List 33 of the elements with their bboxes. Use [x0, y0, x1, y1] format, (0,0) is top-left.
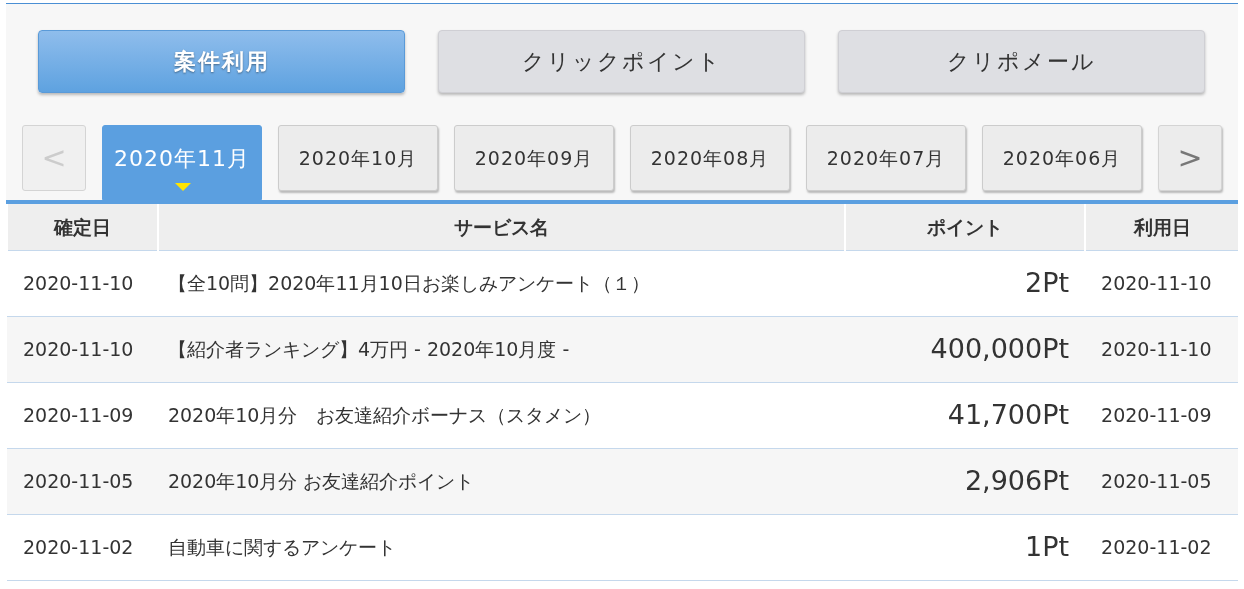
- table-cell: 41,700Pt: [845, 382, 1086, 448]
- caret-icon: [175, 183, 191, 191]
- table-cell: 2020-11-10: [7, 316, 158, 382]
- month-tab[interactable]: 2020年10月: [278, 125, 438, 191]
- category-tab[interactable]: クリックポイント: [438, 30, 805, 93]
- table-cell: 2020-11-09: [7, 382, 158, 448]
- table-cell: 【紹介者ランキング】4万円 - 2020年10月度 -: [157, 316, 846, 382]
- month-tab[interactable]: 2020年06月: [982, 125, 1142, 191]
- table-cell: 2020-11-09: [1085, 382, 1238, 448]
- table-cell: 2,906Pt: [845, 448, 1086, 514]
- table-cell: 2020-11-05: [7, 448, 158, 514]
- table-cell: 1Pt: [845, 514, 1086, 580]
- month-tab[interactable]: 2020年09月: [454, 125, 614, 191]
- table-cell: 2020年10月分 お友達紹介ポイント: [157, 448, 846, 514]
- column-header: ポイント: [845, 202, 1086, 250]
- table-cell: 2020-11-10: [1085, 250, 1238, 316]
- column-header: 利用日: [1085, 202, 1238, 250]
- table-cell: 【全10問】2020年11月10日お楽しみアンケート（１）: [157, 250, 846, 316]
- table-cell: 2020-11-10: [7, 250, 158, 316]
- table-cell: 400,000Pt: [845, 316, 1086, 382]
- category-tab[interactable]: クリポメール: [838, 30, 1205, 93]
- table-cell: 自動車に関するアンケート: [157, 514, 846, 580]
- table-cell: 2020年10月分 お友達紹介ボーナス（スタメン）: [157, 382, 846, 448]
- column-header: サービス名: [157, 202, 846, 250]
- column-header: 確定日: [7, 202, 158, 250]
- table-cell: 2020-11-02: [1085, 514, 1238, 580]
- month-tab[interactable]: 2020年07月: [806, 125, 966, 191]
- table-cell: 2020-11-02: [7, 514, 158, 580]
- next-button[interactable]: >: [1158, 125, 1222, 191]
- table-cell: 2020-11-10: [1085, 316, 1238, 382]
- month-tab[interactable]: 2020年08月: [630, 125, 790, 191]
- table-cell: 2Pt: [845, 250, 1086, 316]
- table-cell: 2020-11-05: [1085, 448, 1238, 514]
